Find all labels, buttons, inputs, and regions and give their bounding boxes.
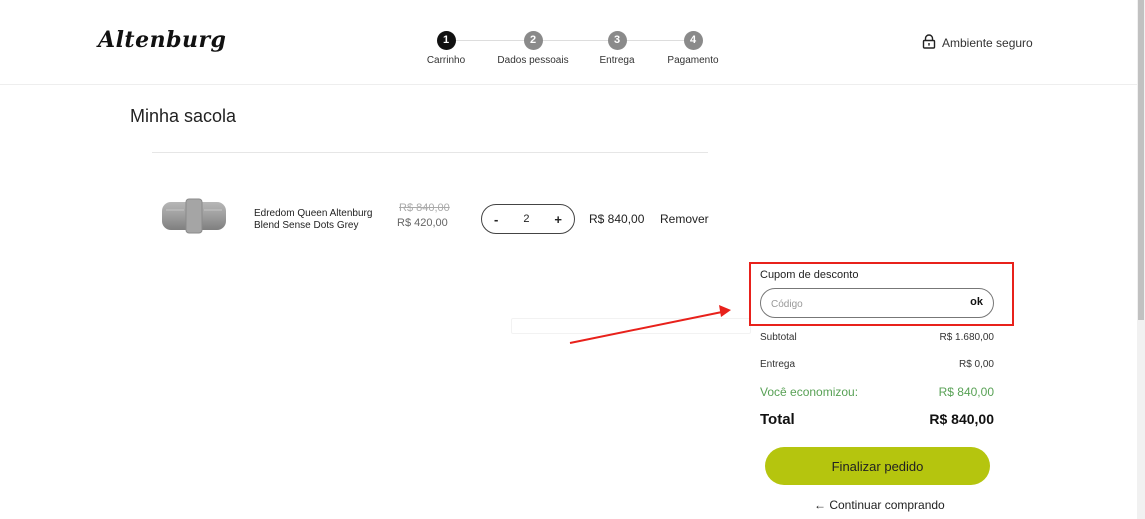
delivery-value: R$ 0,00 [958, 359, 994, 370]
subtotal-label: Subtotal [760, 332, 797, 343]
quantity-value[interactable]: 2 [523, 213, 529, 225]
increase-quantity-button[interactable]: + [554, 212, 562, 227]
header: Altenburg 1 Carrinho 2 Dados pessoais 3 … [0, 0, 1137, 85]
subtotal-row: Subtotal R$ 1.680,00 [760, 332, 994, 343]
apply-coupon-button[interactable]: ok [970, 296, 983, 308]
continue-shopping-link[interactable]: ← Continuar comprando [814, 498, 945, 512]
step-label: Pagamento [667, 55, 719, 66]
remove-item-link[interactable]: Remover [660, 212, 709, 226]
step-number: 4 [683, 31, 703, 50]
product-name[interactable]: Edredom Queen Altenburg Blend Sense Dots… [254, 208, 384, 232]
secure-label: Ambiente seguro [942, 36, 1033, 50]
finalize-order-button[interactable]: Finalizar pedido [765, 447, 990, 485]
savings-value: R$ 840,00 [938, 385, 994, 399]
line-total: R$ 840,00 [589, 212, 645, 226]
step-payment: 4 Pagamento [648, 31, 738, 66]
coupon-code-input[interactable] [769, 295, 953, 313]
step-number: 1 [436, 31, 456, 50]
coupon-field: ok [760, 288, 994, 318]
brand-logo[interactable]: Altenburg [98, 27, 226, 53]
delivery-label: Entrega [760, 359, 796, 370]
decrease-quantity-button[interactable]: - [494, 212, 498, 227]
coupon-label: Cupom de desconto [760, 269, 859, 281]
divider [152, 152, 708, 153]
page-title: Minha sacola [130, 106, 237, 126]
original-price: R$ 840,00 [399, 202, 450, 214]
step-number: 2 [523, 31, 543, 50]
delivery-row: Entrega R$ 0,00 [760, 359, 994, 370]
quantity-stepper: - 2 + [481, 204, 575, 234]
step-label: Dados pessoais [497, 55, 569, 66]
step-personal-data: 2 Dados pessoais [488, 31, 578, 66]
scrollbar[interactable] [1137, 0, 1145, 519]
savings-label: Você economizou: [760, 385, 859, 399]
subtotal-value: R$ 1.680,00 [939, 332, 995, 343]
sale-price: R$ 420,00 [397, 217, 448, 229]
lock-icon [922, 34, 936, 52]
scrollbar-thumb[interactable] [1138, 0, 1144, 320]
secure-environment: Ambiente seguro [922, 34, 1033, 52]
total-row: Total R$ 840,00 [760, 411, 994, 428]
step-label: Carrinho [426, 55, 466, 66]
placeholder-box [511, 318, 751, 334]
total-value: R$ 840,00 [929, 411, 994, 427]
total-label: Total [760, 411, 795, 428]
step-cart: 1 Carrinho [401, 31, 491, 66]
product-image[interactable] [160, 196, 228, 236]
savings-row: Você economizou: R$ 840,00 [760, 385, 994, 399]
step-number: 3 [607, 31, 627, 50]
